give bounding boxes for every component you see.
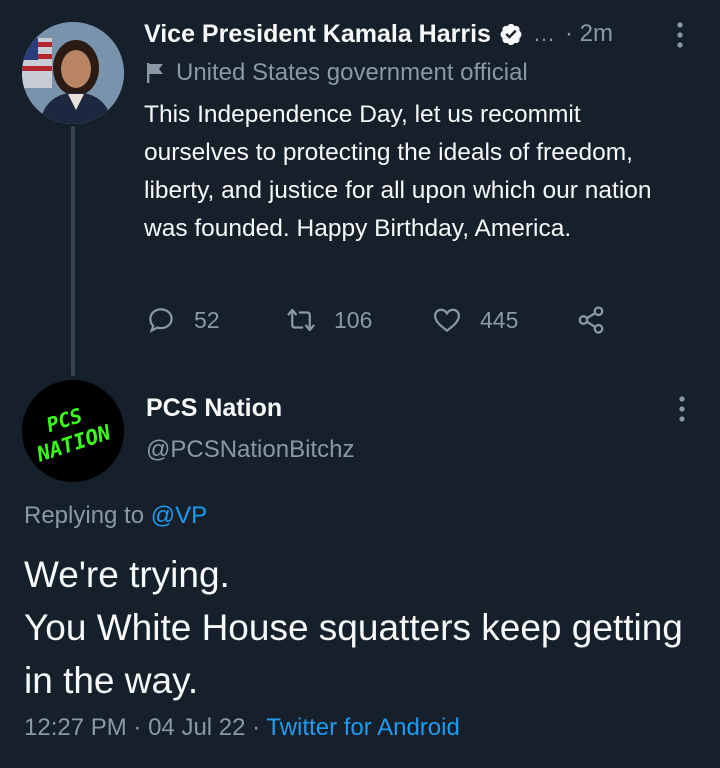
tweet-actions: 52 106 445 <box>146 298 626 342</box>
reply-text-line-2: You White House squatters keep getting i… <box>24 607 683 701</box>
verified-badge-icon <box>500 23 522 46</box>
avatar-kamala-harris[interactable] <box>22 22 124 124</box>
separator: · <box>252 714 261 741</box>
flag-icon <box>147 63 163 83</box>
like-button[interactable]: 445 <box>432 298 518 342</box>
share-icon <box>578 306 604 334</box>
like-icon <box>433 308 461 333</box>
reply-icon <box>149 308 173 333</box>
tweet-date[interactable]: 04 Jul 22 <box>148 714 245 741</box>
retweet-icon <box>287 308 315 332</box>
share-button[interactable] <box>576 298 624 342</box>
more-vertical-icon[interactable] <box>676 22 684 48</box>
name-truncation: … <box>532 21 555 46</box>
tweet-time[interactable]: 12:27 PM <box>24 714 127 741</box>
pcs-nation-logo: PCS NATION <box>22 380 124 482</box>
reply-tweet-text: We're trying. You White House squatters … <box>24 548 704 707</box>
parent-tweet-text: This Independence Day, let us recommit o… <box>144 101 652 242</box>
retweet-count: 106 <box>334 306 373 333</box>
avatar-pcs-nation[interactable]: PCS NATION <box>22 380 124 482</box>
reply-button[interactable]: 52 <box>146 298 220 342</box>
tweet-time[interactable]: · 2m <box>565 20 613 48</box>
reply-text-line-1: We're trying. <box>24 554 230 595</box>
reply-author-name[interactable]: PCS Nation <box>146 394 282 423</box>
like-count: 445 <box>480 306 519 333</box>
avatar-photo <box>22 22 124 124</box>
tweet-source[interactable]: Twitter for Android <box>266 714 459 741</box>
retweet-button[interactable]: 106 <box>286 298 372 342</box>
separator: · <box>133 714 142 741</box>
government-label: United States government official <box>146 56 528 90</box>
more-vertical-icon[interactable] <box>678 396 686 422</box>
parent-tweet-header: Vice President Kamala Harris … · 2m <box>144 14 704 54</box>
replying-to-handle[interactable]: @VP <box>151 502 207 529</box>
reply-author-handle[interactable]: @PCSNationBitchz <box>146 436 354 464</box>
reply-count: 52 <box>194 306 220 333</box>
replying-to-line: Replying to @VP <box>24 502 207 530</box>
thread-connector-line <box>71 126 75 376</box>
author-name[interactable]: Vice President Kamala Harris <box>144 20 491 49</box>
tweet-metadata: 12:27 PM · 04 Jul 22 · Twitter for Andro… <box>24 714 460 742</box>
replying-to-label: Replying to <box>24 502 145 529</box>
government-label-text: United States government official <box>176 59 528 86</box>
